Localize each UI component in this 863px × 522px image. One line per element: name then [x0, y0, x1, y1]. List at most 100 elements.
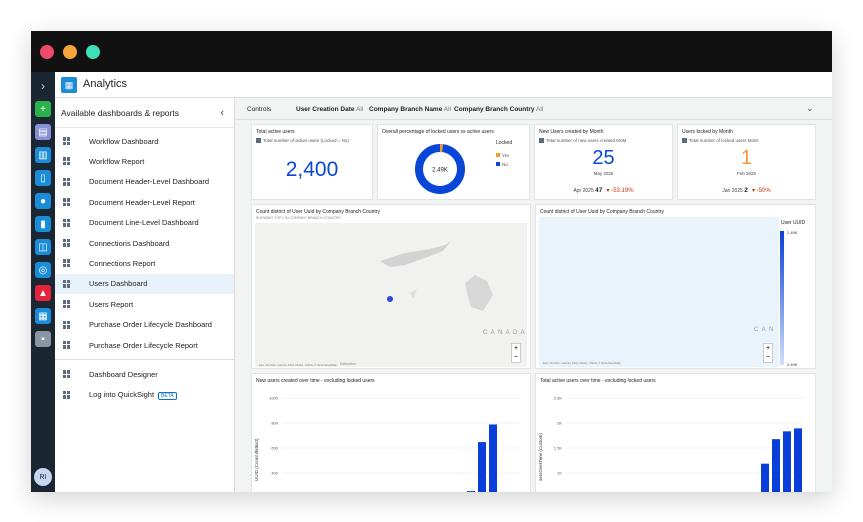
- chevron-down-icon[interactable]: ⌄: [806, 103, 814, 114]
- card-subtitle: Total number of new users created MoM: [546, 138, 627, 143]
- map-legend-gradient: [780, 231, 784, 365]
- info-icon: [256, 138, 261, 144]
- y-tick-label: 1000: [269, 396, 279, 401]
- minimize-dot[interactable]: [63, 45, 77, 59]
- donut-legend-no: No: [496, 162, 508, 167]
- map-legend-min: 2.49K: [787, 362, 798, 367]
- dashboard-item[interactable]: Users Dashboard: [55, 273, 234, 295]
- dashboard-icon: [63, 300, 71, 309]
- kpi-period: Feb 2025: [736, 171, 756, 176]
- dashboard-item[interactable]: Document Header-Level Dashboard: [55, 172, 234, 192]
- settings-icon[interactable]: ◎: [35, 262, 51, 278]
- dashboard-item[interactable]: Document Line-Level Dashboard: [55, 213, 234, 233]
- controls-bar[interactable]: Controls User Creation Date All Company …: [235, 98, 832, 120]
- dashboard-icon: [63, 279, 71, 288]
- dashboard-area: Controls User Creation Date All Company …: [235, 98, 832, 492]
- dashboard-item[interactable]: Document Header-Level Report: [55, 192, 234, 212]
- filter-company-branch-name[interactable]: Company Branch Name All: [369, 106, 451, 113]
- dashboard-item-label: Users Dashboard: [89, 279, 148, 289]
- map-canvas-2[interactable]: C A N Esri, TomTom, Garmin, FAO, NOAA, U…: [539, 217, 779, 367]
- active-users-bar-chart: sersOverTime (Custom) 2.5K 2K 1.5K 1K: [538, 396, 804, 492]
- dashboard-item-label: Connections Report: [89, 259, 156, 269]
- graduation-cap-icon[interactable]: ▲: [35, 285, 51, 301]
- panel-header: Available dashboards & reports ‹: [55, 98, 234, 128]
- bar[interactable]: [772, 439, 780, 492]
- donut-chart: 2.49K: [415, 144, 465, 194]
- filter-company-branch-country[interactable]: Company Branch Country All: [454, 106, 543, 113]
- quicksight-label: Log into QuickSight: [89, 389, 155, 399]
- icon-rail: › + ▤ ▥ ▯ ● ▮ ◫ ◎ ▲ ▦ ▪ RI: [31, 72, 55, 492]
- dashboard-item-label: Purchase Order Lifecycle Report: [89, 340, 198, 350]
- chat-icon[interactable]: ▤: [35, 124, 51, 140]
- dashboard-item-label: Document Line-Level Dashboard: [89, 218, 199, 228]
- map-landmass-icon: [380, 241, 493, 311]
- avatar[interactable]: RI: [34, 468, 52, 486]
- total-active-users-card: Total active users Total number of activ…: [251, 124, 373, 200]
- bar[interactable]: [467, 491, 475, 492]
- bar[interactable]: [783, 431, 791, 492]
- y-tick-label: 2K: [557, 421, 562, 426]
- dashboard-item[interactable]: Users Report: [55, 294, 234, 314]
- dashboard-item[interactable]: Purchase Order Lifecycle Report: [55, 335, 234, 355]
- expand-chevron-icon[interactable]: ›: [31, 76, 55, 96]
- hierarchy-icon[interactable]: ◫: [35, 239, 51, 255]
- building-icon[interactable]: ▦: [35, 308, 51, 324]
- analytics-icon: ▦: [61, 77, 77, 93]
- close-dot[interactable]: [40, 45, 54, 59]
- dashboard-icon: [63, 157, 71, 166]
- beta-badge: BETA: [158, 391, 177, 400]
- card-title: New Users created by Month: [539, 129, 604, 135]
- filter-user-creation-date[interactable]: User Creation Date All: [296, 106, 363, 113]
- dashboard-item-label: Users Report: [89, 299, 134, 309]
- map-point[interactable]: [387, 296, 393, 302]
- y-tick-label: 2.5K: [554, 396, 563, 401]
- map-subtitle: SHOWING TOP 1 IN COMPANY BRANCH COUNTRY: [256, 216, 341, 220]
- bar[interactable]: [794, 428, 802, 492]
- quicksight-login-item[interactable]: Log into QuickSight BETA: [55, 385, 234, 405]
- quicksight-icon: [63, 390, 71, 399]
- window-titlebar: [31, 31, 832, 72]
- dashboard-item-label: Purchase Order Lifecycle Dashboard: [89, 320, 212, 330]
- users-icon[interactable]: ●: [35, 193, 51, 209]
- info-icon: [682, 138, 687, 144]
- apps-grid-icon[interactable]: ▪: [35, 331, 51, 347]
- dashboard-item[interactable]: Workflow Dashboard: [55, 131, 234, 151]
- donut-legend-title: Locked: [496, 140, 513, 146]
- dashboard-icon: [63, 218, 71, 227]
- new-users-over-time-card: New users created over time - excluding …: [251, 373, 531, 492]
- dashboard-item[interactable]: Connections Report: [55, 253, 234, 273]
- dashboard-designer-item[interactable]: Dashboard Designer: [55, 364, 234, 384]
- controls-label: Controls: [247, 106, 272, 113]
- locked-users-card: Users locked by Month Total number of lo…: [677, 124, 816, 200]
- plus-icon[interactable]: +: [35, 101, 51, 117]
- info-icon: [539, 138, 544, 144]
- y-tick-label: 400: [271, 471, 278, 476]
- book-icon[interactable]: ▮: [35, 216, 51, 232]
- card-subtitle: Total number of locked users MoM: [689, 138, 758, 143]
- map-canvas-1[interactable]: C A N A D A Edmonton Esri, TomTom, Garmi…: [255, 223, 527, 367]
- bar[interactable]: [478, 442, 486, 492]
- card-title: Overall percentage of locked users vs ac…: [382, 129, 494, 135]
- kpi-value: 1: [740, 147, 753, 169]
- map-card-2: Count district of User Uuid by Company B…: [535, 204, 816, 369]
- inbox-icon[interactable]: ▥: [35, 147, 51, 163]
- kpi-value: 2,400: [285, 158, 339, 181]
- bar[interactable]: [489, 424, 497, 492]
- card-title: Total active users over time - excluding…: [540, 378, 656, 384]
- dashboard-item[interactable]: Connections Dashboard: [55, 233, 234, 253]
- y-tick-label: 1.5K: [554, 446, 563, 451]
- kpi-period: May 2025: [593, 171, 614, 176]
- dashboard-item-label: Workflow Report: [89, 157, 145, 167]
- clipboard-icon[interactable]: ▯: [35, 170, 51, 186]
- dashboard-item[interactable]: Workflow Report: [55, 151, 234, 171]
- dashboard-icon: [63, 198, 71, 207]
- collapse-panel-icon[interactable]: ‹: [220, 98, 224, 128]
- new-users-card: New Users created by Month Total number …: [534, 124, 673, 200]
- maximize-dot[interactable]: [86, 45, 100, 59]
- donut-legend-yes: Yes: [496, 153, 509, 158]
- zoom-controls[interactable]: + −: [763, 343, 773, 363]
- bar[interactable]: [761, 463, 769, 492]
- zoom-controls[interactable]: + −: [511, 343, 521, 363]
- y-tick-label: 600: [271, 446, 278, 451]
- dashboard-item[interactable]: Purchase Order Lifecycle Dashboard: [55, 315, 234, 335]
